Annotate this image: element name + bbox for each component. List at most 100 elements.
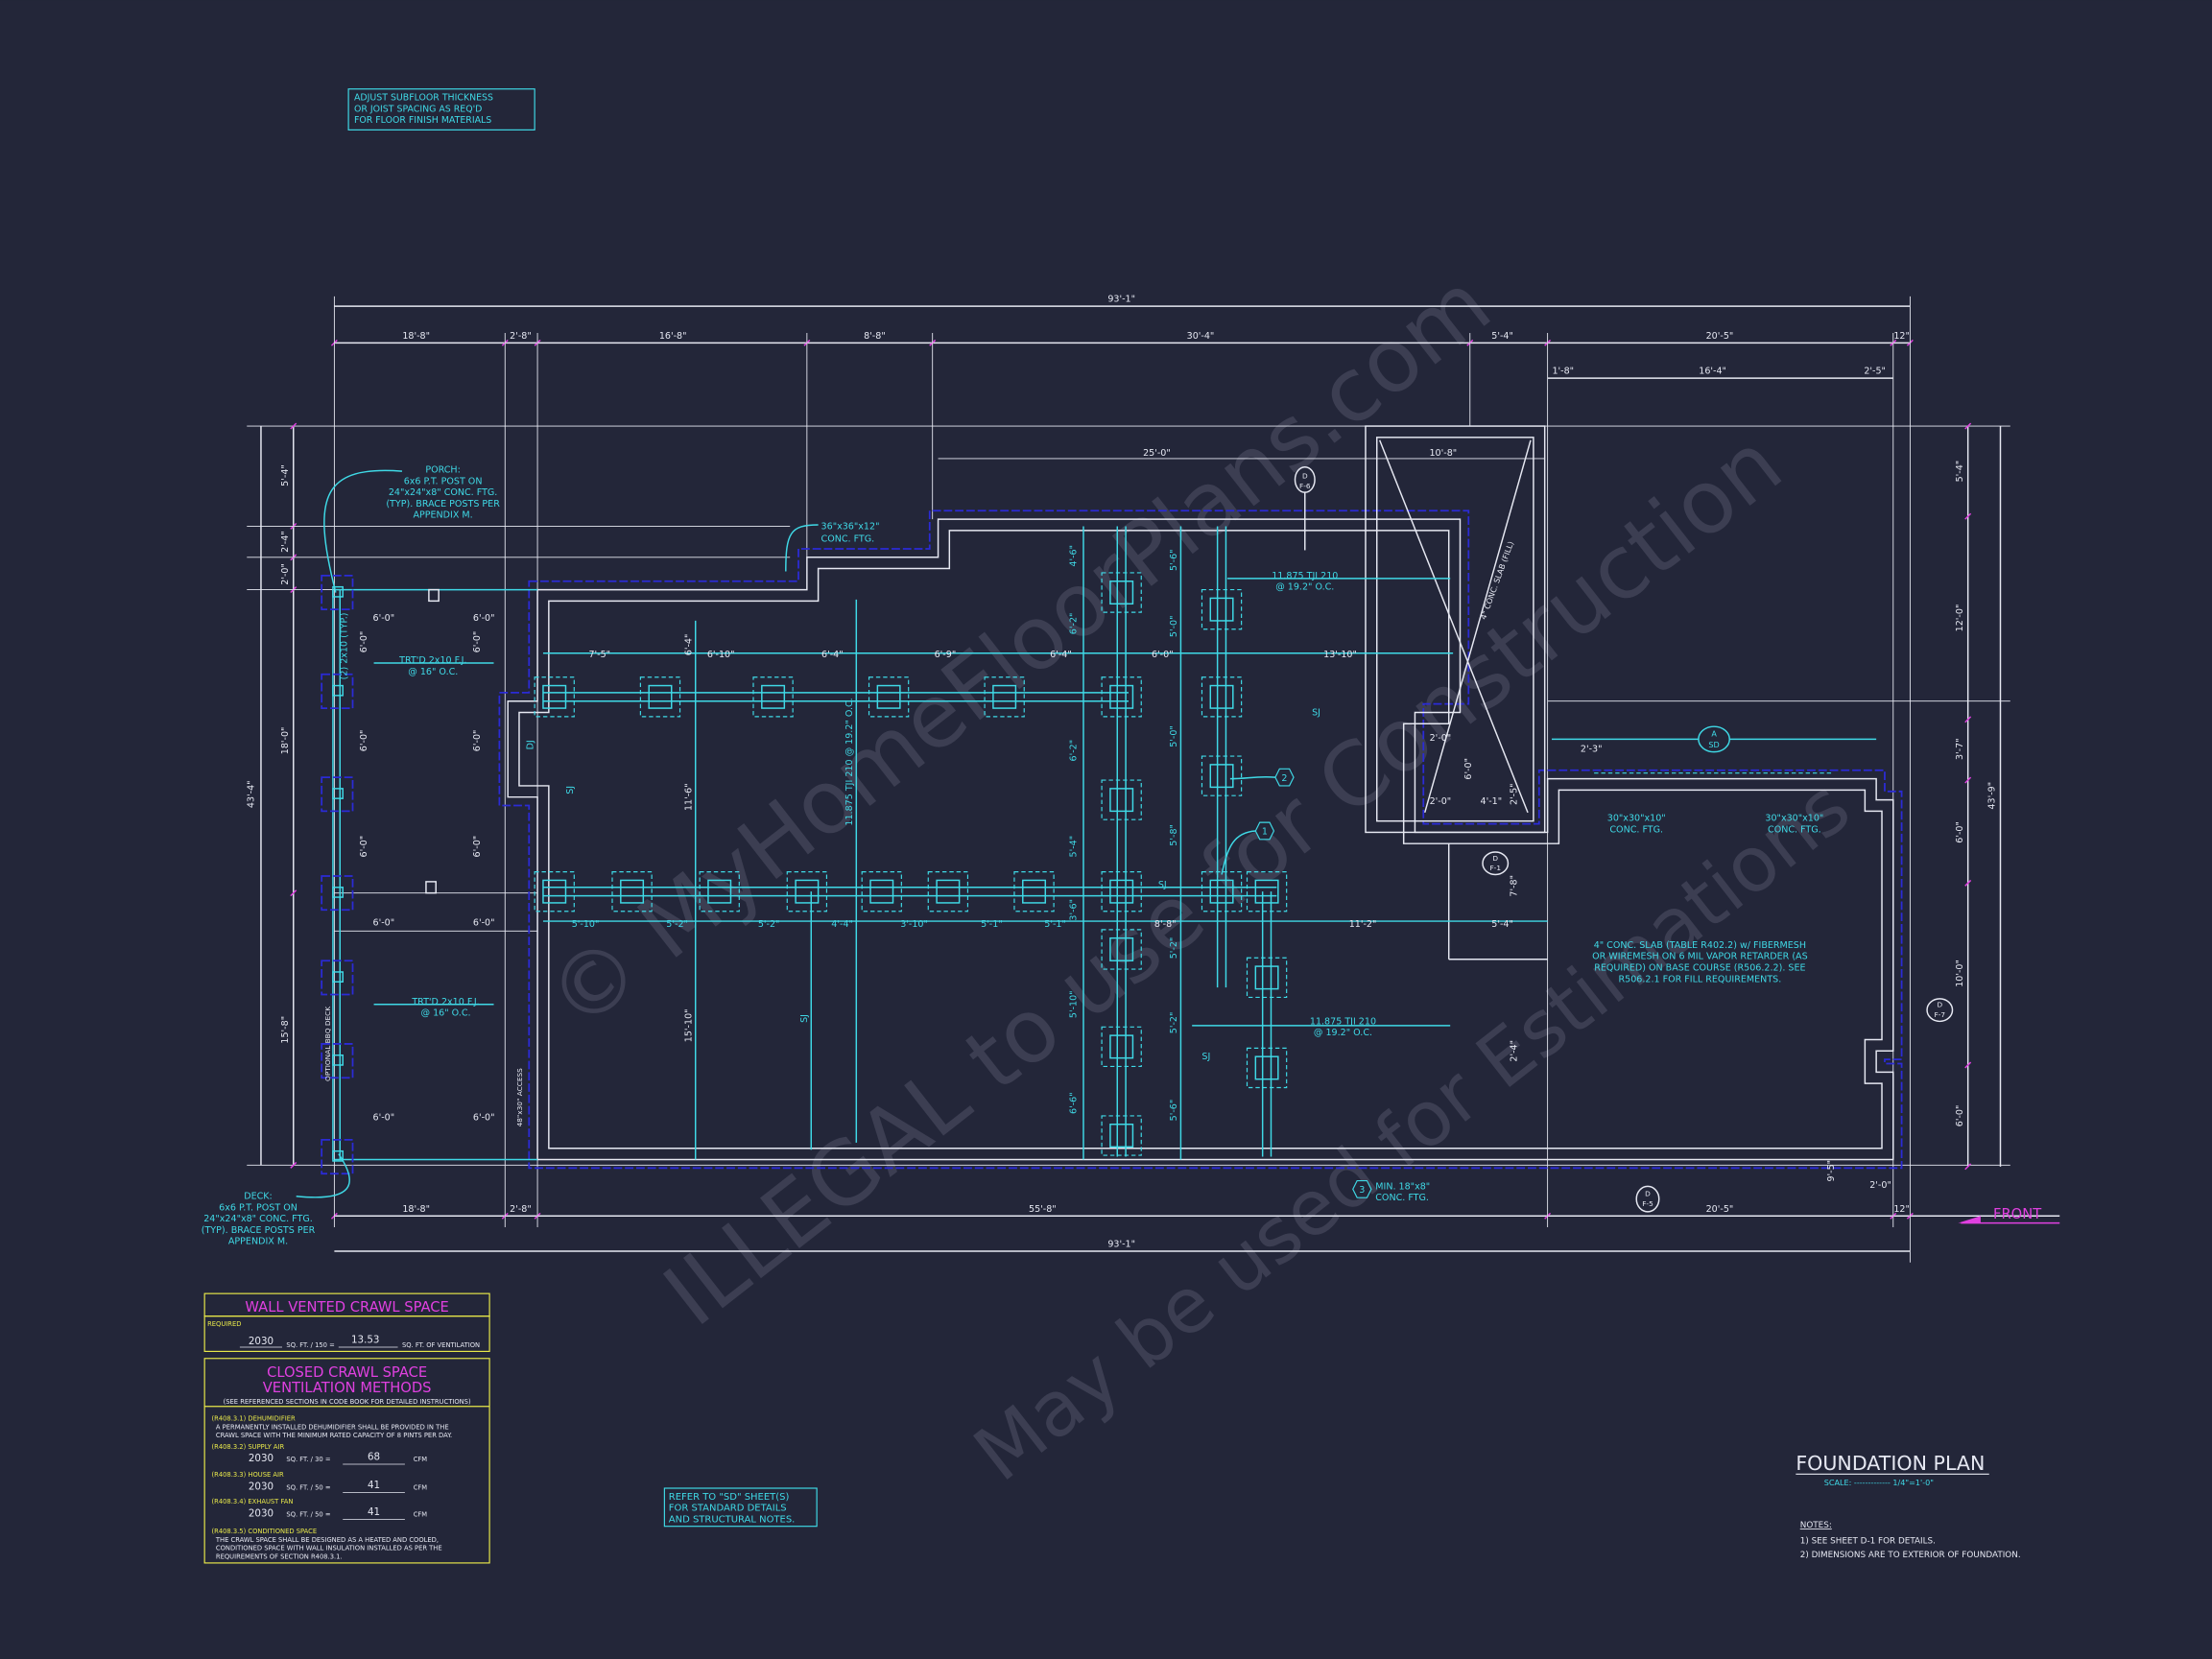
svg-text:FOR STANDARD DETAILS: FOR STANDARD DETAILS xyxy=(669,1504,787,1514)
svg-text:1'-8": 1'-8" xyxy=(1552,367,1574,377)
svg-text:24"x24"x8" CONC. FTG.: 24"x24"x8" CONC. FTG. xyxy=(389,487,498,498)
svg-text:(R408.3.4) EXHAUST FAN: (R408.3.4) EXHAUST FAN xyxy=(212,1498,294,1505)
svg-text:6'-4": 6'-4" xyxy=(821,650,844,660)
svg-text:15'-8": 15'-8" xyxy=(280,1016,291,1044)
svg-text:6'-0": 6'-0" xyxy=(1955,821,1965,843)
svg-text:SQ. FT. / 30 =: SQ. FT. / 30 = xyxy=(286,1456,330,1463)
svg-text:6'-10": 6'-10" xyxy=(707,650,735,660)
svg-text:3'-10": 3'-10" xyxy=(900,919,928,930)
svg-text:10'-8": 10'-8" xyxy=(1429,448,1457,459)
dimension-label: 6'-0" xyxy=(359,631,369,653)
svg-text:6'-9": 6'-9" xyxy=(935,650,957,660)
svg-text:SJ: SJ xyxy=(565,786,576,794)
svg-text:20'-5": 20'-5" xyxy=(1706,1204,1734,1215)
svg-text:REQUIRED) ON BASE COURSE (R506: REQUIRED) ON BASE COURSE (R506.2.2). SEE xyxy=(1594,963,1805,974)
svg-text:11'-2": 11'-2" xyxy=(1349,919,1377,930)
svg-text:SQ. FT. / 150 =: SQ. FT. / 150 = xyxy=(286,1341,334,1349)
svg-text:2) DIMENSIONS ARE TO EXTERIOR: 2) DIMENSIONS ARE TO EXTERIOR OF FOUNDAT… xyxy=(1800,1551,2021,1560)
svg-text:ADJUST SUBFLOOR THICKNESS: ADJUST SUBFLOOR THICKNESS xyxy=(354,92,493,103)
svg-text:6'-0": 6'-0" xyxy=(1152,650,1174,660)
svg-text:30'-4": 30'-4" xyxy=(1187,331,1215,342)
svg-text:A: A xyxy=(1711,728,1717,738)
svg-text:(R408.3.5) CONDITIONED SPACE: (R408.3.5) CONDITIONED SPACE xyxy=(212,1528,318,1535)
svg-text:12'-0": 12'-0" xyxy=(1955,604,1965,632)
svg-text:FRONT: FRONT xyxy=(1993,1206,2042,1222)
plan-scale: SCALE: ------------- 1/4"=1'-0" xyxy=(1824,1478,1934,1487)
svg-text:1: 1 xyxy=(1262,827,1268,838)
svg-text:APPENDIX M.: APPENDIX M. xyxy=(413,510,472,521)
svg-text:10'-0": 10'-0" xyxy=(1955,960,1965,987)
svg-text:OPTIONAL BBQ DECK: OPTIONAL BBQ DECK xyxy=(323,1007,332,1081)
svg-text:REQUIRED: REQUIRED xyxy=(207,1320,241,1328)
dimension-label: 6'-0" xyxy=(473,917,495,928)
svg-text:SJ: SJ xyxy=(1201,1052,1210,1062)
dimension-label: 6'-6" xyxy=(1069,1092,1080,1114)
svg-text:CFM: CFM xyxy=(414,1510,428,1518)
svg-text:6'-0": 6'-0" xyxy=(1955,1105,1965,1127)
svg-text:30"x30"x10": 30"x30"x10" xyxy=(1607,814,1666,824)
svg-text:5'-2": 5'-2" xyxy=(758,919,780,930)
svg-text:WALL VENTED CRAWL SPACE: WALL VENTED CRAWL SPACE xyxy=(245,1299,448,1315)
svg-text:REFER TO "SD" SHEET(S): REFER TO "SD" SHEET(S) xyxy=(669,1492,790,1503)
svg-text:24"x24"x8" CONC. FTG.: 24"x24"x8" CONC. FTG. xyxy=(203,1214,313,1224)
svg-text:@ 16" O.C.: @ 16" O.C. xyxy=(408,667,458,677)
dimension-label: 6'-0" xyxy=(473,613,495,624)
dimension-label: 5'-6" xyxy=(1169,1100,1179,1122)
dimension-label: 5'-0" xyxy=(1169,616,1179,638)
svg-text:TRT'D 2x10 F.J.: TRT'D 2x10 F.J. xyxy=(411,997,479,1007)
svg-text:25'-0": 25'-0" xyxy=(1143,448,1171,459)
svg-text:5'-2": 5'-2" xyxy=(666,919,688,930)
svg-text:TRT'D 2x10 F.J.: TRT'D 2x10 F.J. xyxy=(398,655,466,666)
dimension-label: 6'-0" xyxy=(473,1112,495,1123)
svg-text:OR JOIST SPACING AS REQ'D: OR JOIST SPACING AS REQ'D xyxy=(354,104,482,114)
svg-text:68: 68 xyxy=(368,1452,380,1463)
dimension-label: 6'-0" xyxy=(359,730,369,752)
svg-text:THE CRAWL SPACE SHALL BE DESIG: THE CRAWL SPACE SHALL BE DESIGNED AS A H… xyxy=(215,1536,439,1544)
svg-text:6x6 P.T. POST ON: 6x6 P.T. POST ON xyxy=(404,476,483,486)
dimension-label: 3'-6" xyxy=(1069,899,1080,921)
dimension-label: 5'-2" xyxy=(1169,937,1179,960)
dimension-label: 5'-0" xyxy=(1169,725,1179,747)
svg-text:18'-0": 18'-0" xyxy=(280,727,291,755)
svg-text:(SEE REFERENCED SECTIONS IN CO: (SEE REFERENCED SECTIONS IN CODE BOOK FO… xyxy=(224,1398,471,1406)
svg-text:(TYP). BRACE POSTS PER: (TYP). BRACE POSTS PER xyxy=(386,499,500,510)
dimension-label: 6'-2" xyxy=(1069,740,1080,762)
svg-text:1) SEE SHEET D-1 FOR DETAILS.: 1) SEE SHEET D-1 FOR DETAILS. xyxy=(1800,1536,1936,1546)
svg-text:13.53: 13.53 xyxy=(351,1335,379,1346)
svg-text:SQ. FT. OF VENTILATION: SQ. FT. OF VENTILATION xyxy=(402,1341,480,1349)
svg-text:9'-5": 9'-5" xyxy=(1826,1160,1837,1182)
svg-text:2'-4": 2'-4" xyxy=(1509,1040,1519,1062)
svg-text:13'-10": 13'-10" xyxy=(1323,650,1357,660)
svg-text:11.875 TJI 210: 11.875 TJI 210 xyxy=(1310,1016,1376,1027)
svg-text:D: D xyxy=(1302,471,1308,480)
svg-text:CONC. FTG.: CONC. FTG. xyxy=(1609,824,1663,835)
svg-text:7'-5": 7'-5" xyxy=(588,650,610,660)
svg-text:PORCH:: PORCH: xyxy=(425,465,461,476)
svg-text:55'-8": 55'-8" xyxy=(1029,1204,1057,1215)
svg-text:16'-8": 16'-8" xyxy=(659,331,687,342)
svg-text:D: D xyxy=(1492,854,1498,863)
svg-text:15'-10": 15'-10" xyxy=(683,1008,694,1042)
dimension-label: 5'-8" xyxy=(1169,824,1179,846)
svg-text:5'-4": 5'-4" xyxy=(1955,461,1965,483)
svg-text:CFM: CFM xyxy=(414,1483,428,1491)
dimension-label: 4'-6" xyxy=(1069,545,1080,567)
svg-text:DJ: DJ xyxy=(526,740,536,749)
dimension-label: 6'-2" xyxy=(1069,613,1080,635)
svg-text:(R408.3.2) SUPPLY AIR: (R408.3.2) SUPPLY AIR xyxy=(212,1443,285,1451)
dimension-label: 6'-0" xyxy=(472,631,483,653)
svg-text:2'-5": 2'-5" xyxy=(1864,367,1886,377)
svg-text:8'-8": 8'-8" xyxy=(864,331,886,342)
svg-text:5'-1": 5'-1" xyxy=(1044,919,1066,930)
dimension-label: 5'-2" xyxy=(1169,1012,1179,1034)
svg-text:5'-4": 5'-4" xyxy=(1491,331,1513,342)
svg-text:(R408.3.3) HOUSE AIR: (R408.3.3) HOUSE AIR xyxy=(212,1471,284,1479)
svg-text:CLOSED CRAWL SPACE: CLOSED CRAWL SPACE xyxy=(267,1364,427,1381)
svg-text:18'-8": 18'-8" xyxy=(402,331,430,342)
svg-text:11.875 TJI 210 @ 19.2" O.C.: 11.875 TJI 210 @ 19.2" O.C. xyxy=(844,698,855,825)
svg-text:8'-8": 8'-8" xyxy=(1154,919,1177,930)
svg-text:(2) 2x10 (TYP.): (2) 2x10 (TYP.) xyxy=(340,612,350,679)
svg-text:43'-9": 43'-9" xyxy=(1987,782,1998,810)
svg-text:2'-0": 2'-0" xyxy=(1430,796,1452,807)
svg-text:CRAWL SPACE WITH THE MINIMUM R: CRAWL SPACE WITH THE MINIMUM RATED CAPAC… xyxy=(216,1432,452,1439)
